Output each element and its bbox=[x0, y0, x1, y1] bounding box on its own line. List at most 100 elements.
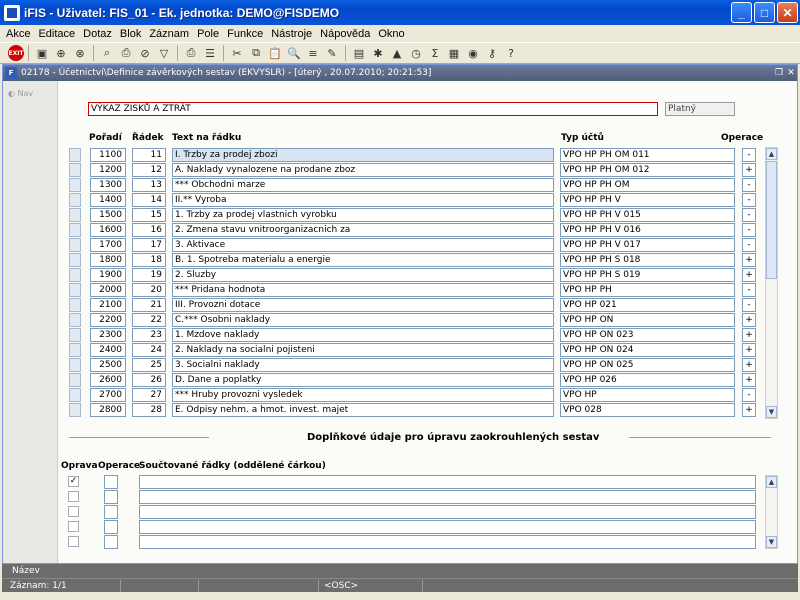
operace-cell[interactable]: - bbox=[742, 238, 756, 252]
text-cell[interactable]: 2. Zmena stavu vnitroorganizacnich za bbox=[172, 223, 554, 237]
text-cell[interactable]: *** Pridana hodnota bbox=[172, 283, 554, 297]
cut-icon[interactable]: ✂ bbox=[228, 44, 246, 62]
print-icon[interactable]: ⎙ bbox=[182, 44, 200, 62]
radek-cell[interactable]: 19 bbox=[132, 268, 166, 282]
minimize-button[interactable]: _ bbox=[731, 2, 752, 23]
menu-dotaz[interactable]: Dotaz bbox=[79, 28, 116, 40]
radek-cell[interactable]: 20 bbox=[132, 283, 166, 297]
radek-cell[interactable]: 16 bbox=[132, 223, 166, 237]
operace-cell[interactable]: - bbox=[742, 223, 756, 237]
row-selector[interactable] bbox=[69, 313, 81, 327]
clock-icon[interactable]: ◷ bbox=[407, 44, 425, 62]
summed-rows-field[interactable] bbox=[139, 505, 756, 519]
typ-uctu-cell[interactable]: VPO HP bbox=[560, 388, 735, 402]
radek-cell[interactable]: 13 bbox=[132, 178, 166, 192]
text-cell[interactable]: B. 1. Spotreba materialu a energie bbox=[172, 253, 554, 267]
radek-cell[interactable]: 24 bbox=[132, 343, 166, 357]
poradi-cell[interactable]: 1500 bbox=[90, 208, 126, 222]
paste-icon[interactable]: 📋 bbox=[266, 44, 284, 62]
operace-cell[interactable]: - bbox=[742, 193, 756, 207]
key-icon[interactable]: ⚷ bbox=[483, 44, 501, 62]
typ-uctu-cell[interactable]: VPO HP ON 023 bbox=[560, 328, 735, 342]
text-cell[interactable]: 3. Aktivace bbox=[172, 238, 554, 252]
operace-cell[interactable]: - bbox=[742, 148, 756, 162]
copy-icon[interactable]: ⧉ bbox=[247, 44, 265, 62]
poradi-cell[interactable]: 1600 bbox=[90, 223, 126, 237]
row-selector[interactable] bbox=[69, 163, 81, 177]
typ-uctu-cell[interactable]: VPO HP ON bbox=[560, 313, 735, 327]
operace-cell[interactable]: - bbox=[742, 298, 756, 312]
restore-icon[interactable]: ❐ bbox=[773, 68, 785, 78]
poradi-cell[interactable]: 1700 bbox=[90, 238, 126, 252]
insert-record-icon[interactable]: ⊕ bbox=[52, 44, 70, 62]
menu-nastroje[interactable]: Nástroje bbox=[267, 28, 316, 40]
radek-cell[interactable]: 17 bbox=[132, 238, 166, 252]
typ-uctu-cell[interactable]: VPO HP PH V bbox=[560, 193, 735, 207]
typ-uctu-cell[interactable]: VPO HP PH OM 011 bbox=[560, 148, 735, 162]
execute-query-icon[interactable]: ⎙ bbox=[117, 44, 135, 62]
search-icon[interactable]: 🔍 bbox=[285, 44, 303, 62]
operace-cell[interactable]: + bbox=[742, 328, 756, 342]
poradi-cell[interactable]: 2700 bbox=[90, 388, 126, 402]
form-close-icon[interactable]: ✕ bbox=[785, 68, 797, 78]
text-cell[interactable]: 2. Sluzby bbox=[172, 268, 554, 282]
filter-icon[interactable]: ▽ bbox=[155, 44, 173, 62]
poradi-cell[interactable]: 1200 bbox=[90, 163, 126, 177]
operace-cell[interactable]: - bbox=[742, 283, 756, 297]
text-cell[interactable]: II.** Vyroba bbox=[172, 193, 554, 207]
typ-uctu-cell[interactable]: VPO HP PH S 018 bbox=[560, 253, 735, 267]
web-icon[interactable]: ◉ bbox=[464, 44, 482, 62]
row-selector[interactable] bbox=[69, 268, 81, 282]
radek-cell[interactable]: 27 bbox=[132, 388, 166, 402]
menu-blok[interactable]: Blok bbox=[116, 28, 145, 40]
edit-icon[interactable]: ✎ bbox=[323, 44, 341, 62]
oprava-checkbox[interactable]: ✓ bbox=[68, 476, 79, 487]
cancel-query-icon[interactable]: ⊘ bbox=[136, 44, 154, 62]
operace-cell[interactable]: + bbox=[742, 313, 756, 327]
radek-cell[interactable]: 21 bbox=[132, 298, 166, 312]
list-icon[interactable]: ☰ bbox=[201, 44, 219, 62]
typ-uctu-cell[interactable]: VPO HP PH OM 012 bbox=[560, 163, 735, 177]
radek-cell[interactable]: 15 bbox=[132, 208, 166, 222]
query-icon[interactable]: ⌕ bbox=[98, 44, 116, 62]
row-selector[interactable] bbox=[69, 388, 81, 402]
typ-uctu-cell[interactable]: VPO HP PH V 016 bbox=[560, 223, 735, 237]
row-selector[interactable] bbox=[69, 178, 81, 192]
row-selector[interactable] bbox=[69, 148, 81, 162]
summed-rows-field[interactable] bbox=[139, 475, 756, 489]
summed-rows-field[interactable] bbox=[139, 535, 756, 549]
scroll-down-icon[interactable]: ▼ bbox=[766, 536, 777, 548]
maximize-button[interactable]: □ bbox=[754, 2, 775, 23]
poradi-cell[interactable]: 2500 bbox=[90, 358, 126, 372]
supp-operace-field[interactable] bbox=[104, 535, 118, 549]
row-selector[interactable] bbox=[69, 328, 81, 342]
save-icon[interactable]: ▣ bbox=[33, 44, 51, 62]
typ-uctu-cell[interactable]: VPO HP ON 025 bbox=[560, 358, 735, 372]
row-selector[interactable] bbox=[69, 253, 81, 267]
poradi-cell[interactable]: 1400 bbox=[90, 193, 126, 207]
radek-cell[interactable]: 28 bbox=[132, 403, 166, 417]
grid-scrollbar[interactable]: ▲ ▼ bbox=[765, 147, 778, 419]
delete-record-icon[interactable]: ⊗ bbox=[71, 44, 89, 62]
operace-cell[interactable]: - bbox=[742, 388, 756, 402]
exit-button[interactable]: EXIT bbox=[8, 45, 24, 61]
operace-cell[interactable]: - bbox=[742, 208, 756, 222]
radek-cell[interactable]: 14 bbox=[132, 193, 166, 207]
row-selector[interactable] bbox=[69, 403, 81, 417]
row-selector[interactable] bbox=[69, 238, 81, 252]
text-cell[interactable]: III. Provozni dotace bbox=[172, 298, 554, 312]
poradi-cell[interactable]: 2600 bbox=[90, 373, 126, 387]
close-button[interactable]: ✕ bbox=[777, 2, 798, 23]
scroll-thumb[interactable] bbox=[766, 161, 777, 279]
typ-uctu-cell[interactable]: VPO HP PH V 015 bbox=[560, 208, 735, 222]
operace-cell[interactable]: + bbox=[742, 358, 756, 372]
menu-okno[interactable]: Okno bbox=[374, 28, 408, 40]
typ-uctu-cell[interactable]: VPO HP PH OM bbox=[560, 178, 735, 192]
radek-cell[interactable]: 26 bbox=[132, 373, 166, 387]
row-selector[interactable] bbox=[69, 358, 81, 372]
excel-icon[interactable]: ▦ bbox=[445, 44, 463, 62]
supp-operace-field[interactable] bbox=[104, 490, 118, 504]
radek-cell[interactable]: 11 bbox=[132, 148, 166, 162]
menu-funkce[interactable]: Funkce bbox=[223, 28, 267, 40]
typ-uctu-cell[interactable]: VPO HP PH bbox=[560, 283, 735, 297]
